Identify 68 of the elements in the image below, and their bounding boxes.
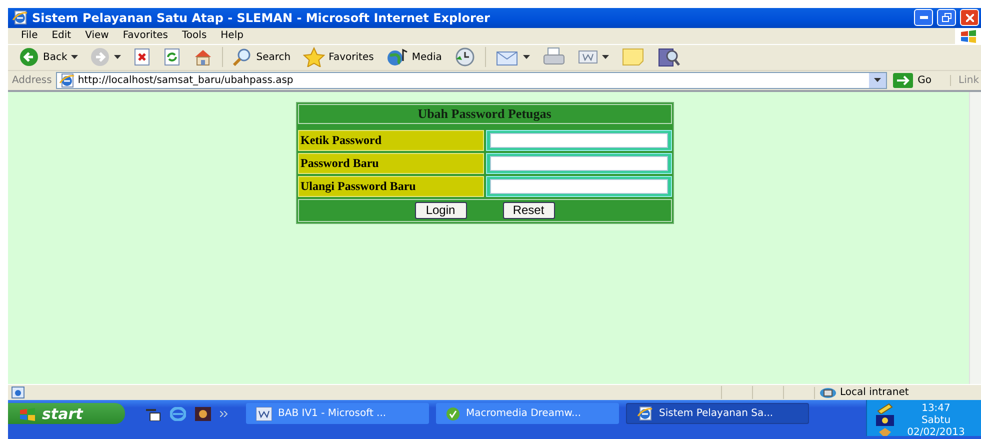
field-label: Password Baru [298,152,484,174]
taskbar-button[interactable]: Sistem Pelayanan Sa... [626,403,809,424]
tools-icon[interactable] [145,406,161,421]
caret-icon [602,55,609,60]
network-computer-icon [819,386,837,399]
search-icon [232,48,252,66]
field-label: Ulangi Password Baru [298,176,484,197]
windows-flag-icon [18,406,36,421]
pencil-icon[interactable] [877,402,893,414]
menu-item[interactable]: View [78,30,116,42]
book-magnifier-icon [656,46,681,68]
star-icon [302,47,325,68]
toolbar-button[interactable]: Favorites [298,47,379,68]
caret-icon [71,55,78,60]
printer-icon [542,47,566,68]
password-field[interactable] [490,178,668,194]
windows-flag-icon [959,28,977,43]
menu-item[interactable]: Edit [44,30,78,42]
password-field[interactable] [490,156,668,171]
toolbar-button[interactable]: Back [14,47,84,68]
caret-icon [114,55,122,60]
toolbar-button[interactable]: Search [227,48,296,66]
restore-icon [942,13,952,22]
form-title: Ubah Password Petugas [298,104,672,124]
page-e-icon [58,72,75,88]
minimize-icon [920,16,928,20]
taskbar-button[interactable]: BAB IV1 - Microsoft ... [246,403,429,424]
document-icon [578,50,598,64]
clock-date: 02/02/2013 [907,426,965,436]
home-icon [193,48,214,66]
page-e-icon [12,10,28,26]
picture-icon[interactable] [195,406,211,421]
page-e-icon [637,406,653,422]
clock-day: Sabtu [921,414,951,426]
menu-item[interactable]: Help [214,30,250,42]
stop-icon [133,48,152,66]
close-button[interactable] [960,9,979,26]
restore-button[interactable] [937,9,956,26]
minimize-button[interactable] [914,9,933,26]
browser-e-icon[interactable] [170,406,186,421]
zone-label: Local intranet [840,387,909,398]
caret-icon [522,55,530,60]
chevron-icon[interactable] [220,410,228,417]
refresh-icon [163,48,182,66]
globe-music-icon [386,47,408,68]
field-label: Ketik Password [298,130,484,151]
taskbar-button[interactable]: Macromedia Dreamw... [436,403,619,424]
address-field[interactable]: http://localhost/samsat_baru/ubahpass.asp [56,72,887,89]
menu-item[interactable]: Tools [175,30,214,42]
address-label: Address [12,74,52,86]
checkmark-circle-icon [446,406,460,421]
speaker-icon[interactable] [876,414,894,426]
form-button[interactable]: Login [414,202,466,219]
toolbar-button[interactable]: Media [380,47,447,68]
dropdown-caret-icon [874,78,881,82]
go-button[interactable]: Go [890,72,946,88]
document-w-icon [256,406,272,421]
menu-item[interactable]: File [14,30,45,42]
history-icon [454,47,476,68]
start-button[interactable]: start [8,403,125,424]
window-title: Sistem Pelayanan Satu Atap - SLEMAN - Microsoft Internet Explorer [32,10,491,25]
form-button[interactable]: Reset [502,202,554,219]
scrollbar[interactable] [969,92,981,384]
password-field[interactable] [490,132,668,148]
note-icon [620,47,645,68]
menu-item[interactable]: Favorites [116,30,176,42]
close-icon [966,14,974,22]
page-icon [10,386,26,400]
